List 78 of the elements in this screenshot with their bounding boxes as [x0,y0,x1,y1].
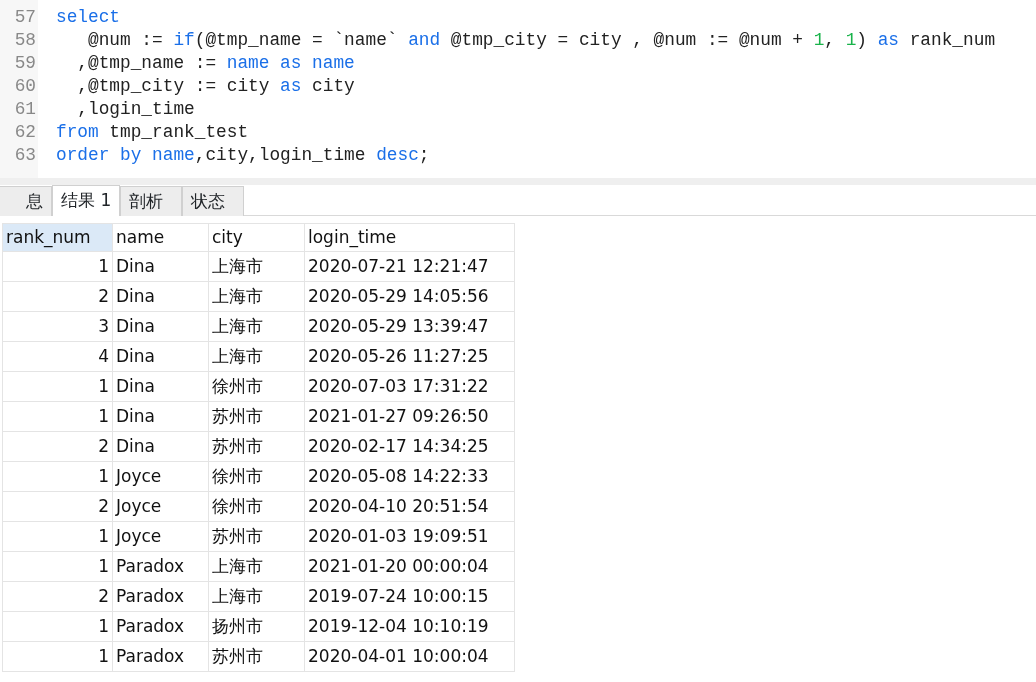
table-cell: 3 [2,311,113,342]
table-cell: 2 [2,281,113,312]
table-cell: 徐州市 [208,461,305,492]
line-number: 57 [13,6,37,29]
table-cell: 2 [2,491,113,522]
table-cell: 2020-04-01 10:00:04 [304,641,515,672]
column-header[interactable]: rank_num [2,223,113,252]
table-cell: 1 [2,371,113,402]
table-cell: Dina [112,401,209,432]
table-cell: 苏州市 [208,521,305,552]
table-cell: 2 [2,581,113,612]
table-cell: 2020-01-03 19:09:51 [304,521,515,552]
code-line: select [56,6,122,29]
line-number: 59 [13,52,37,75]
table-cell: 2019-12-04 10:10:19 [304,611,515,642]
table-cell: 1 [2,551,113,582]
result-tab[interactable]: 状态 [182,186,245,216]
table-cell: Dina [112,431,209,462]
table-cell: 4 [2,341,113,372]
table-cell: 1 [2,521,113,552]
table-cell: 1 [2,611,113,642]
column-header[interactable]: login_time [304,223,515,252]
code-line: ,@tmp_city := city as city [76,75,356,98]
table-cell: 上海市 [208,281,305,312]
table-cell: 2020-02-17 14:34:25 [304,431,515,462]
table-cell: 2020-05-29 14:05:56 [304,281,515,312]
code-line: order by name,city,login_time desc; [56,144,431,167]
table-cell: 徐州市 [208,371,305,402]
table-cell: 徐州市 [208,491,305,522]
result-tab[interactable]: 息 [0,186,52,216]
code-line: @num := if(@tmp_name = `name` and @tmp_city = city , @num := @num + 1, 1) as rank_num [87,29,996,52]
table-cell: Paradox [112,581,209,612]
table-cell: 苏州市 [208,431,305,462]
table-cell: Dina [112,251,209,282]
code-line: ,@tmp_name := name as name [76,52,356,75]
result-tab[interactable]: 结果 1 [52,185,121,216]
table-cell: 扬州市 [208,611,305,642]
table-cell: Paradox [112,641,209,672]
table-cell: Dina [112,371,209,402]
table-cell: Dina [112,311,209,342]
result-tab[interactable]: 剖析 [120,186,183,216]
table-cell: 上海市 [208,251,305,282]
code-line: from tmp_rank_test [56,121,250,144]
table-cell: 苏州市 [208,401,305,432]
line-number: 63 [13,144,37,167]
line-number: 60 [13,75,37,98]
table-cell: 2021-01-20 00:00:04 [304,551,515,582]
table-cell: 苏州市 [208,641,305,672]
table-cell: 1 [2,401,113,432]
table-cell: 2020-07-03 17:31:22 [304,371,515,402]
table-cell: 2 [2,431,113,462]
table-cell: 上海市 [208,581,305,612]
table-cell: Joyce [112,461,209,492]
line-number: 61 [13,98,37,121]
table-cell: 2020-05-26 11:27:25 [304,341,515,372]
table-cell: 上海市 [208,311,305,342]
table-cell: 2020-07-21 12:21:47 [304,251,515,282]
line-number: 58 [13,29,37,52]
table-cell: 1 [2,641,113,672]
table-cell: 上海市 [208,341,305,372]
table-cell: 1 [2,461,113,492]
table-cell: Joyce [112,521,209,552]
table-cell: Paradox [112,611,209,642]
column-header[interactable]: name [112,223,209,252]
table-cell: 2020-05-29 13:39:47 [304,311,515,342]
table-cell: 2020-04-10 20:51:54 [304,491,515,522]
code-line: ,login_time [76,98,196,121]
table-cell: Dina [112,341,209,372]
line-number: 62 [13,121,37,144]
table-cell: 1 [2,251,113,282]
table-cell: Joyce [112,491,209,522]
table-cell: 2019-07-24 10:00:15 [304,581,515,612]
table-cell: Dina [112,281,209,312]
table-cell: 2021-01-27 09:26:50 [304,401,515,432]
column-header[interactable]: city [208,223,305,252]
table-cell: 2020-05-08 14:22:33 [304,461,515,492]
table-cell: Paradox [112,551,209,582]
table-cell: 上海市 [208,551,305,582]
